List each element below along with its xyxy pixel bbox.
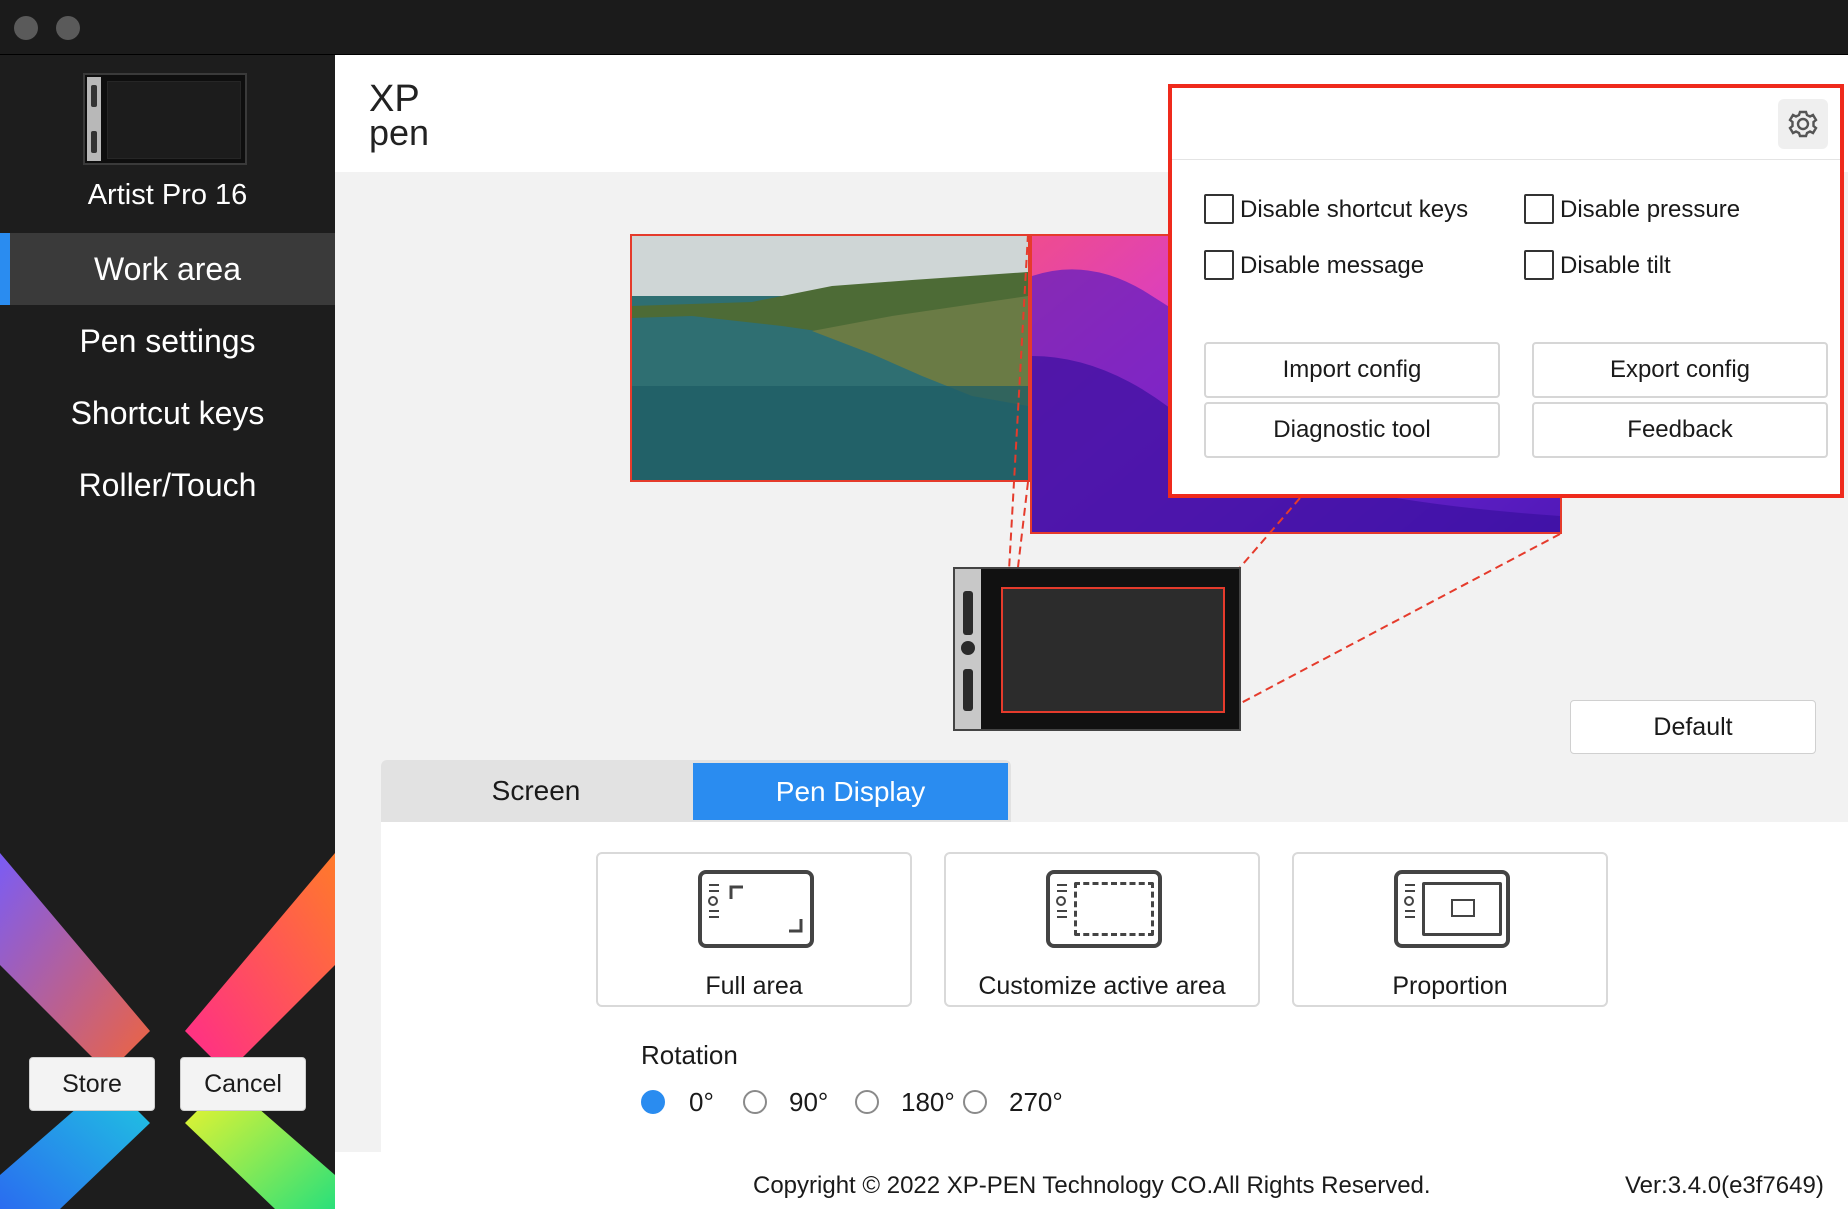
import-config-button[interactable]: Import config: [1204, 342, 1500, 398]
diagnostic-tool-button[interactable]: Diagnostic tool: [1204, 402, 1500, 458]
rotation-label-0: 0°: [689, 1087, 714, 1117]
full-area-icon: [698, 870, 814, 948]
rotation-radio-180[interactable]: [855, 1090, 879, 1114]
rotation-radio-270[interactable]: [963, 1090, 987, 1114]
settings-popup-header: [1172, 88, 1840, 160]
version-text: Ver:3.4.0(e3f7649): [1625, 1172, 1824, 1199]
disable-message-label: Disable message: [1240, 252, 1425, 279]
feedback-button[interactable]: Feedback: [1532, 402, 1828, 458]
rotation-radio-0[interactable]: [641, 1090, 665, 1114]
rotation-label-90: 90°: [789, 1087, 829, 1117]
tab-pen-display[interactable]: Pen Display: [693, 763, 1008, 820]
active-area-frame[interactable]: [1001, 587, 1225, 713]
proportion-card[interactable]: Proportion: [1292, 852, 1608, 1007]
proportion-label: Proportion: [1392, 972, 1508, 1000]
export-config-button[interactable]: Export config: [1532, 342, 1828, 398]
disable-message-checkbox[interactable]: [1204, 250, 1234, 280]
rotation-title: Rotation: [641, 1040, 738, 1070]
customize-active-area-card[interactable]: Customize active area: [944, 852, 1260, 1007]
proportion-icon: [1394, 870, 1510, 948]
copyright-text: Copyright © 2022 XP-PEN Technology CO.Al…: [753, 1172, 1431, 1199]
gear-icon: [1788, 110, 1818, 138]
disable-tilt-label: Disable tilt: [1560, 252, 1671, 279]
full-area-card[interactable]: Full area: [596, 852, 912, 1007]
disable-pressure-label: Disable pressure: [1560, 196, 1741, 223]
disable-shortcut-keys-checkbox[interactable]: [1204, 194, 1234, 224]
customize-active-area-label: Customize active area: [978, 972, 1226, 1000]
pen-display-preview: [953, 567, 1241, 731]
disable-tilt-checkbox[interactable]: [1524, 250, 1554, 280]
tab-screen[interactable]: Screen: [381, 760, 691, 822]
custom-area-icon: [1046, 870, 1162, 948]
disable-shortcut-keys-label: Disable shortcut keys: [1240, 196, 1469, 223]
disable-pressure-checkbox[interactable]: [1524, 194, 1554, 224]
settings-button[interactable]: [1778, 99, 1828, 149]
full-area-label: Full area: [705, 972, 803, 1000]
rotation-radio-90[interactable]: [743, 1090, 767, 1114]
rotation-label-270: 270°: [1009, 1087, 1063, 1117]
default-button[interactable]: Default: [1570, 700, 1816, 754]
mapping-tabs: Screen Pen Display: [381, 760, 1011, 822]
rotation-label-180: 180°: [901, 1087, 955, 1117]
settings-popup: Disable shortcut keys Disable pressure D…: [1168, 84, 1844, 498]
